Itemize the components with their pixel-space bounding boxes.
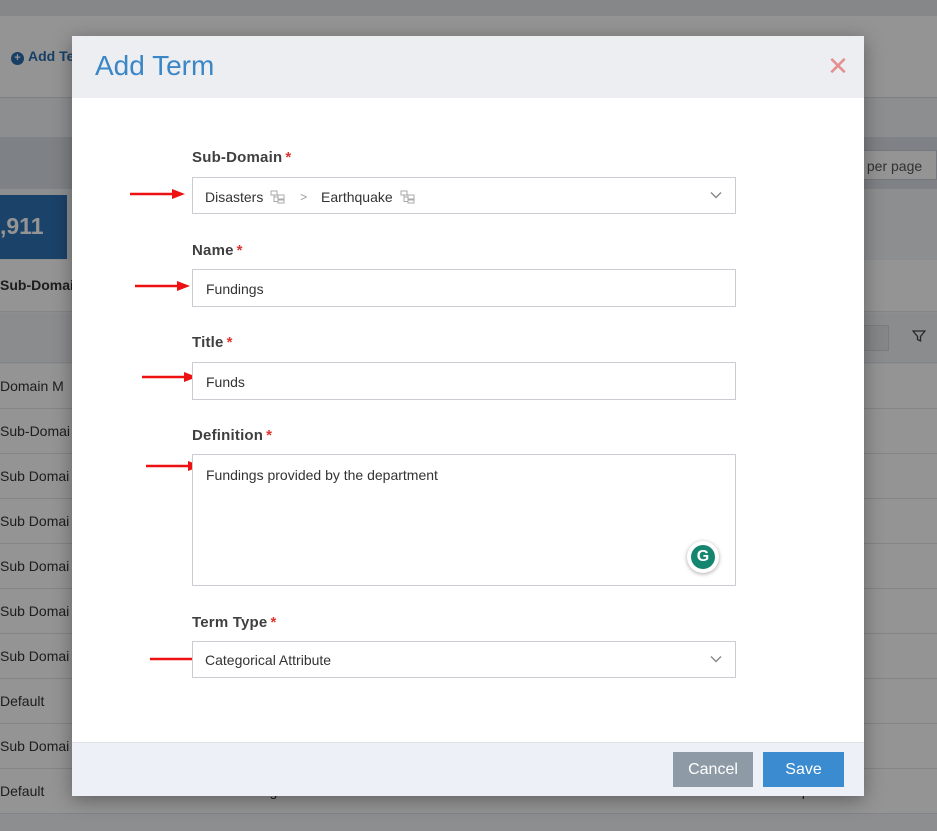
sub-domain-path-item: Earthquake — [321, 189, 393, 206]
chevron-down-icon — [710, 192, 722, 199]
definition-label-text: Definition — [192, 427, 264, 444]
definition-textarea-value: Fundings provided by the department — [206, 467, 438, 483]
sub-domain-select[interactable]: Disasters > Earthquake — [192, 177, 736, 214]
name-input-value: Fundings — [206, 281, 264, 297]
definition-label: Definition * — [192, 427, 272, 444]
sub-domain-label-text: Sub-Domain — [192, 149, 283, 166]
red-arrow-icon — [135, 281, 190, 291]
save-button[interactable]: Save — [763, 752, 844, 787]
modal-header: Add Term ✕ — [72, 36, 864, 98]
title-input-value: Funds — [206, 374, 245, 390]
sub-domain-path-item: Disasters — [205, 189, 264, 206]
title-label-text: Title — [192, 334, 224, 351]
term-type-label-text: Term Type — [192, 614, 268, 631]
close-icon[interactable]: ✕ — [825, 53, 851, 79]
term-type-label: Term Type * — [192, 614, 276, 631]
definition-textarea[interactable]: Fundings provided by the department G — [192, 454, 736, 586]
grammarly-icon: G — [691, 545, 715, 569]
red-arrow-icon — [130, 189, 185, 199]
title-label: Title * — [192, 334, 233, 351]
path-separator: > — [300, 190, 308, 205]
term-type-select[interactable]: Categorical Attribute — [192, 641, 736, 678]
term-type-selected-value: Categorical Attribute — [205, 652, 332, 668]
name-label-text: Name — [192, 242, 234, 259]
hierarchy-icon — [400, 190, 415, 204]
red-arrow-icon — [142, 372, 197, 382]
hierarchy-icon — [270, 190, 285, 204]
sub-domain-label: Sub-Domain * — [192, 149, 291, 166]
modal-title: Add Term — [95, 50, 215, 81]
required-marker: * — [285, 149, 292, 166]
required-marker: * — [270, 614, 277, 631]
required-marker: * — [266, 427, 273, 444]
chevron-down-icon — [710, 656, 722, 663]
cancel-button[interactable]: Cancel — [673, 752, 753, 787]
modal-footer: Cancel Save — [72, 742, 864, 796]
name-input[interactable]: Fundings — [192, 269, 736, 307]
required-marker: * — [236, 242, 243, 259]
title-input[interactable]: Funds — [192, 362, 736, 400]
grammarly-button[interactable]: G — [687, 541, 719, 573]
name-label: Name * — [192, 242, 243, 259]
add-term-modal: Add Term ✕ Sub-Domain * Disasters > Earth… — [72, 36, 864, 796]
required-marker: * — [226, 334, 233, 351]
